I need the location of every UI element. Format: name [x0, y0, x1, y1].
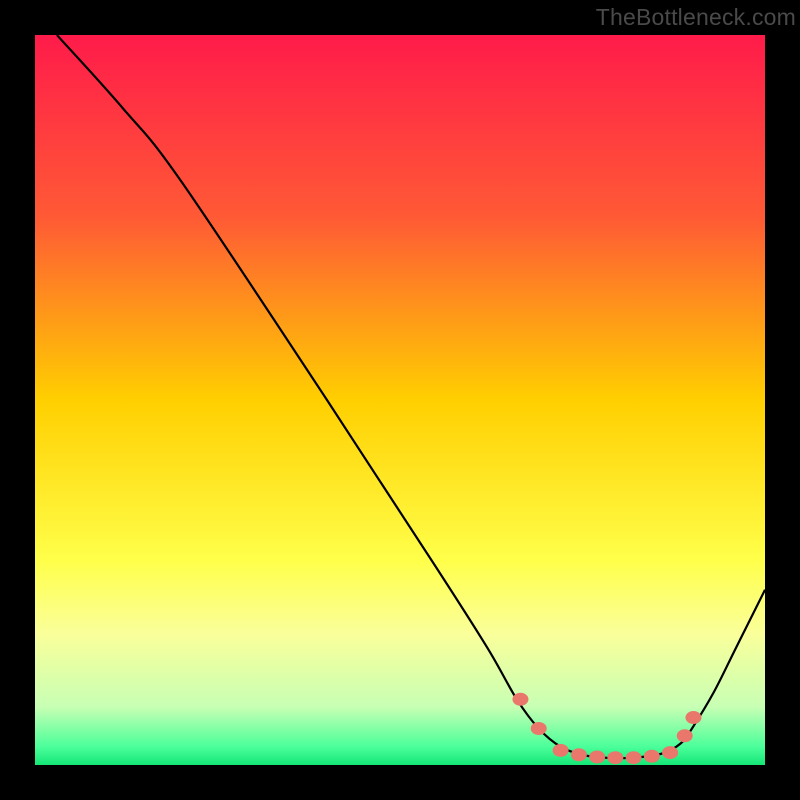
- plot-area: [35, 35, 765, 765]
- data-marker: [662, 746, 678, 759]
- data-marker: [607, 751, 623, 764]
- chart-svg: [35, 35, 765, 765]
- data-marker: [531, 722, 547, 735]
- data-marker: [644, 750, 660, 763]
- data-marker: [626, 751, 642, 764]
- data-marker: [512, 693, 528, 706]
- chart-frame: TheBottleneck.com: [0, 0, 800, 800]
- data-marker: [589, 750, 605, 763]
- watermark-text: TheBottleneck.com: [596, 4, 796, 31]
- data-marker: [571, 748, 587, 761]
- data-marker: [685, 711, 701, 724]
- data-marker: [553, 744, 569, 757]
- gradient-backdrop: [35, 35, 765, 765]
- data-marker: [677, 729, 693, 742]
